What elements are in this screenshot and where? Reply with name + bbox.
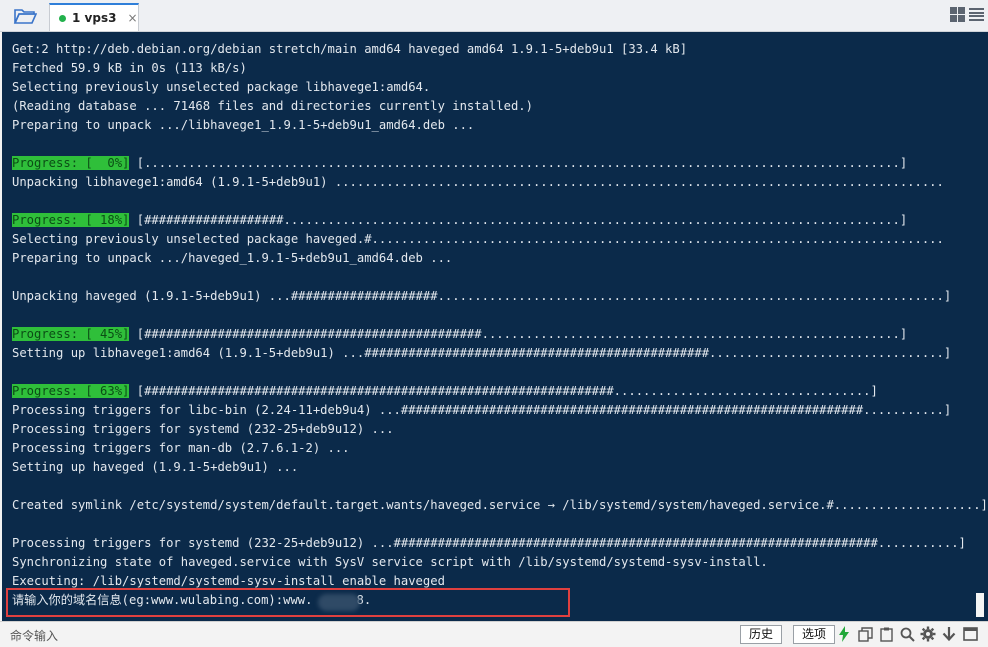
window-icon[interactable] <box>962 626 978 642</box>
terminal-line: (Reading database ... 71468 files and di… <box>12 99 533 113</box>
history-button[interactable]: 历史 <box>740 625 783 644</box>
copy-icon[interactable] <box>857 626 873 642</box>
terminal-line: Get:2 http://deb.debian.org/debian stret… <box>12 42 688 56</box>
progress-label: Progress: [ 0%] <box>12 156 130 170</box>
tab-bar: 1 vps3 × <box>0 0 988 32</box>
terminal-line: Fetched 59.9 kB in 0s (113 kB/s) <box>12 61 247 75</box>
terminal-line: Selecting previously unselected package … <box>12 232 944 246</box>
progress-label: Progress: [ 18%] <box>12 213 130 227</box>
command-bar: 历史 选项 <box>0 621 988 647</box>
terminal-line: Processing triggers for systemd (232-25+… <box>12 536 966 550</box>
paste-icon[interactable] <box>878 626 894 642</box>
terminal-line: Synchronizing state of haveged.service w… <box>12 555 768 569</box>
terminal-line: Progress: [ 45%] [######################… <box>12 327 908 341</box>
terminal-output[interactable]: Get:2 http://deb.debian.org/debian stret… <box>2 32 988 621</box>
terminal-line: Selecting previously unselected package … <box>12 80 431 94</box>
connected-status-dot <box>59 14 66 22</box>
terminal-cursor <box>976 593 984 617</box>
terminal-line: Preparing to unpack .../haveged_1.9.1-5+… <box>12 251 453 265</box>
terminal-line: Unpacking haveged (1.9.1-5+deb9u1) ...##… <box>12 289 952 303</box>
terminal-line: Preparing to unpack .../libhavege1_1.9.1… <box>12 118 475 132</box>
terminal-line: Setting up haveged (1.9.1-5+deb9u1) ... <box>12 460 299 474</box>
terminal-lines: Get:2 http://deb.debian.org/debian stret… <box>12 40 988 610</box>
close-icon[interactable]: × <box>127 11 137 25</box>
search-icon[interactable] <box>899 626 915 642</box>
gear-icon[interactable] <box>920 626 936 642</box>
terminal-line: Processing triggers for systemd (232-25+… <box>12 422 394 436</box>
terminal-line: Unpacking libhavege1:amd64 (1.9.1-5+deb9… <box>12 175 944 189</box>
tab-label: 1 vps3 <box>72 11 117 25</box>
download-icon[interactable] <box>941 626 957 642</box>
folder-icon <box>13 9 37 24</box>
menu-icon[interactable] <box>969 7 984 22</box>
terminal-line: Progress: [ 18%] [###################...… <box>12 213 908 227</box>
terminal-line: Setting up libhavege1:amd64 (1.9.1-5+deb… <box>12 346 952 360</box>
terminal-line: Processing triggers for libc-bin (2.24-1… <box>12 403 952 417</box>
terminal-line: Created symlink /etc/systemd/system/defa… <box>12 498 988 512</box>
terminal-line: Progress: [ 63%] [######################… <box>12 384 878 398</box>
progress-label: Progress: [ 63%] <box>12 384 130 398</box>
lightning-icon[interactable] <box>836 626 852 642</box>
open-folder-button[interactable] <box>8 4 42 28</box>
options-button[interactable]: 选项 <box>793 625 836 644</box>
grid-layout-icon[interactable] <box>950 7 965 22</box>
progress-label: Progress: [ 45%] <box>12 327 130 341</box>
terminal-line: Progress: [ 0%] [.......................… <box>12 156 908 170</box>
command-input[interactable] <box>8 625 712 646</box>
tab-vps3[interactable]: 1 vps3 × <box>49 3 139 31</box>
domain-prompt-highlight <box>6 588 570 617</box>
terminal-line: Processing triggers for man-db (2.7.6.1-… <box>12 441 350 455</box>
